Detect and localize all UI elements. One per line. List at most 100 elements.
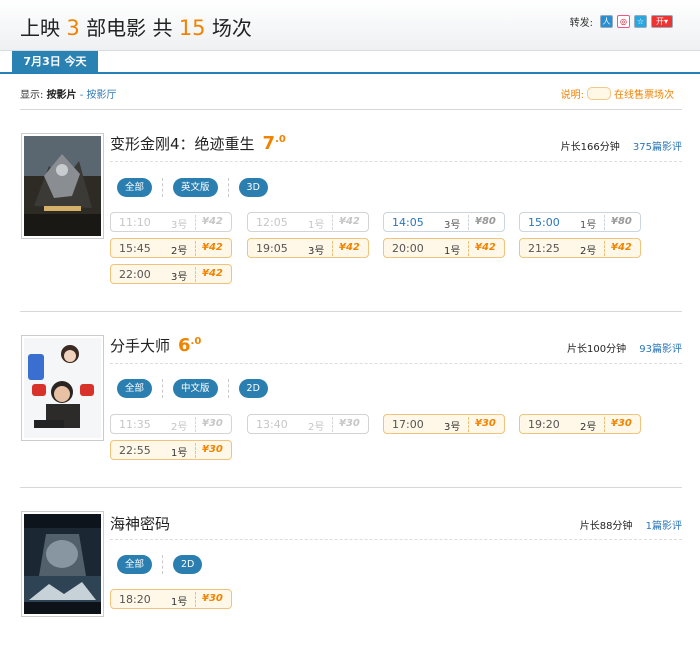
movie-meta: 片长100分钟 93篇影评	[567, 340, 682, 355]
weibo-icon[interactable]: ◎	[617, 15, 630, 28]
movie-title[interactable]: 分手大师 6.0	[110, 335, 201, 356]
showtime-hall: 1号	[444, 246, 461, 257]
showtime-divider	[468, 417, 469, 432]
page-title: 上映 3 部电影 共 15 场次	[20, 12, 252, 41]
view-by-movie[interactable]: 按影片	[47, 90, 77, 101]
showtime-price: ¥42	[202, 242, 223, 253]
divider	[20, 311, 682, 312]
movie-poster[interactable]	[21, 511, 104, 617]
movie-poster[interactable]	[21, 335, 104, 441]
showtime-price: ¥42	[339, 242, 360, 253]
filter-2d[interactable]: 2D	[238, 379, 268, 398]
online-legend-swatch	[587, 87, 611, 100]
movie-name[interactable]: 分手大师	[110, 337, 170, 355]
showtime-slot[interactable]: 22:00 3号 ¥42	[110, 264, 232, 284]
showtime-divider	[195, 417, 196, 432]
movie-filters: 全部 2D	[117, 555, 203, 574]
showtime-hall: 1号	[308, 220, 325, 231]
showtime-slot[interactable]: 17:00 3号 ¥30	[383, 414, 505, 434]
transformers-poster-image	[24, 136, 101, 236]
showtime-time: 13:40	[256, 418, 288, 431]
filter-2d[interactable]: 2D	[173, 555, 203, 574]
showtime-hall: 1号	[580, 220, 597, 231]
filter-all[interactable]: 全部	[117, 379, 153, 398]
showtime-divider	[468, 241, 469, 256]
showtime-time: 12:05	[256, 216, 288, 229]
showtime-hall: 3号	[444, 220, 461, 231]
showtime-slot[interactable]: 19:05 3号 ¥42	[247, 238, 369, 258]
filter-english[interactable]: 英文版	[173, 178, 218, 197]
view-by-hall[interactable]: 按影厅	[87, 90, 117, 101]
showtime-divider	[332, 241, 333, 256]
showtime-divider	[195, 592, 196, 607]
showtime-divider	[604, 215, 605, 230]
movie-reviews-link[interactable]: 93篇影评	[639, 344, 682, 355]
legend-label: 说明:	[560, 90, 584, 101]
showtime-price: ¥30	[611, 418, 632, 429]
showtime-time: 11:35	[119, 418, 151, 431]
dashed-divider	[110, 539, 682, 540]
showtime-hall: 3号	[308, 246, 325, 257]
showtime-slot[interactable]: 21:25 2号 ¥42	[519, 238, 641, 258]
movie-title[interactable]: 变形金刚4：绝迹重生 7.0	[110, 133, 286, 154]
showtime-price: ¥80	[475, 216, 496, 227]
showtime-slot[interactable]: 15:45 2号 ¥42	[110, 238, 232, 258]
movie-meta: 片长166分钟 375篇影评	[561, 138, 682, 153]
showtime-divider	[195, 443, 196, 458]
showtime-hall: 1号	[171, 448, 188, 459]
show-count: 15	[178, 16, 206, 40]
filter-3d[interactable]: 3D	[238, 178, 268, 197]
showtime-hall: 2号	[308, 422, 325, 433]
showtime-divider	[195, 215, 196, 230]
showtime-slot: 13:40 2号 ¥30	[247, 414, 369, 434]
renren-icon[interactable]: 人	[600, 15, 613, 28]
showtime-time: 19:20	[528, 418, 560, 431]
title-mid: 部电影 共	[86, 16, 173, 40]
showtime-price: ¥42	[339, 216, 360, 227]
breakup-buddies-poster-image	[24, 338, 101, 438]
showtime-hall: 2号	[171, 246, 188, 257]
showtime-time: 11:10	[119, 216, 151, 229]
showtime-slot[interactable]: 19:20 2号 ¥30	[519, 414, 641, 434]
showtime-hall: 3号	[171, 220, 188, 231]
showtime-hall: 2号	[580, 422, 597, 433]
showtime-time: 14:05	[392, 216, 424, 229]
divider	[20, 487, 682, 488]
filter-divider	[162, 555, 164, 574]
movie-filters: 全部 英文版 3D	[117, 178, 268, 197]
showtime-price: ¥42	[475, 242, 496, 253]
showtime-divider	[195, 267, 196, 282]
movie-name[interactable]: 海神密码	[110, 515, 170, 533]
filter-chinese[interactable]: 中文版	[173, 379, 218, 398]
showtime-slot: 12:05 1号 ¥42	[247, 212, 369, 232]
showtime-time: 15:45	[119, 242, 151, 255]
movie-poster[interactable]	[21, 133, 104, 239]
filter-all[interactable]: 全部	[117, 178, 153, 197]
page-header: 上映 3 部电影 共 15 场次 转发: 人 ◎ ☆ 开▾	[0, 0, 700, 51]
showtime-time: 18:20	[119, 593, 151, 606]
movie-reviews-link[interactable]: 1篇影评	[646, 521, 682, 532]
showtime-slot[interactable]: 14:05 3号 ¥80	[383, 212, 505, 232]
showtime-slot[interactable]: 22:55 1号 ¥30	[110, 440, 232, 460]
movie-length: 片长88分钟	[579, 521, 633, 532]
filter-all[interactable]: 全部	[117, 555, 153, 574]
dashed-divider	[110, 161, 682, 162]
movie-name[interactable]: 变形金刚4：绝迹重生	[110, 135, 255, 153]
movie-rating: 6.0	[178, 335, 202, 356]
showtime-slot[interactable]: 18:20 1号 ¥30	[110, 589, 232, 609]
tab-today[interactable]: 7月3日 今天	[12, 51, 98, 72]
divider	[20, 109, 682, 110]
showtime-slot[interactable]: 20:00 1号 ¥42	[383, 238, 505, 258]
view-sep: -	[79, 90, 87, 101]
movie-title[interactable]: 海神密码	[110, 513, 170, 534]
movie-filters: 全部 中文版 2D	[117, 379, 268, 398]
showtime-slot[interactable]: 15:00 1号 ¥80	[519, 212, 641, 232]
legend: 说明: 在线售票场次	[561, 86, 674, 101]
filter-divider	[227, 178, 229, 197]
movie-reviews-link[interactable]: 375篇影评	[633, 142, 682, 153]
showtime-hall: 1号	[171, 597, 188, 608]
share-bar: 转发: 人 ◎ ☆ 开▾	[570, 14, 673, 29]
more-share-icon[interactable]: 开▾	[651, 15, 673, 28]
qzone-icon[interactable]: ☆	[634, 15, 647, 28]
showtime-price: ¥30	[475, 418, 496, 429]
